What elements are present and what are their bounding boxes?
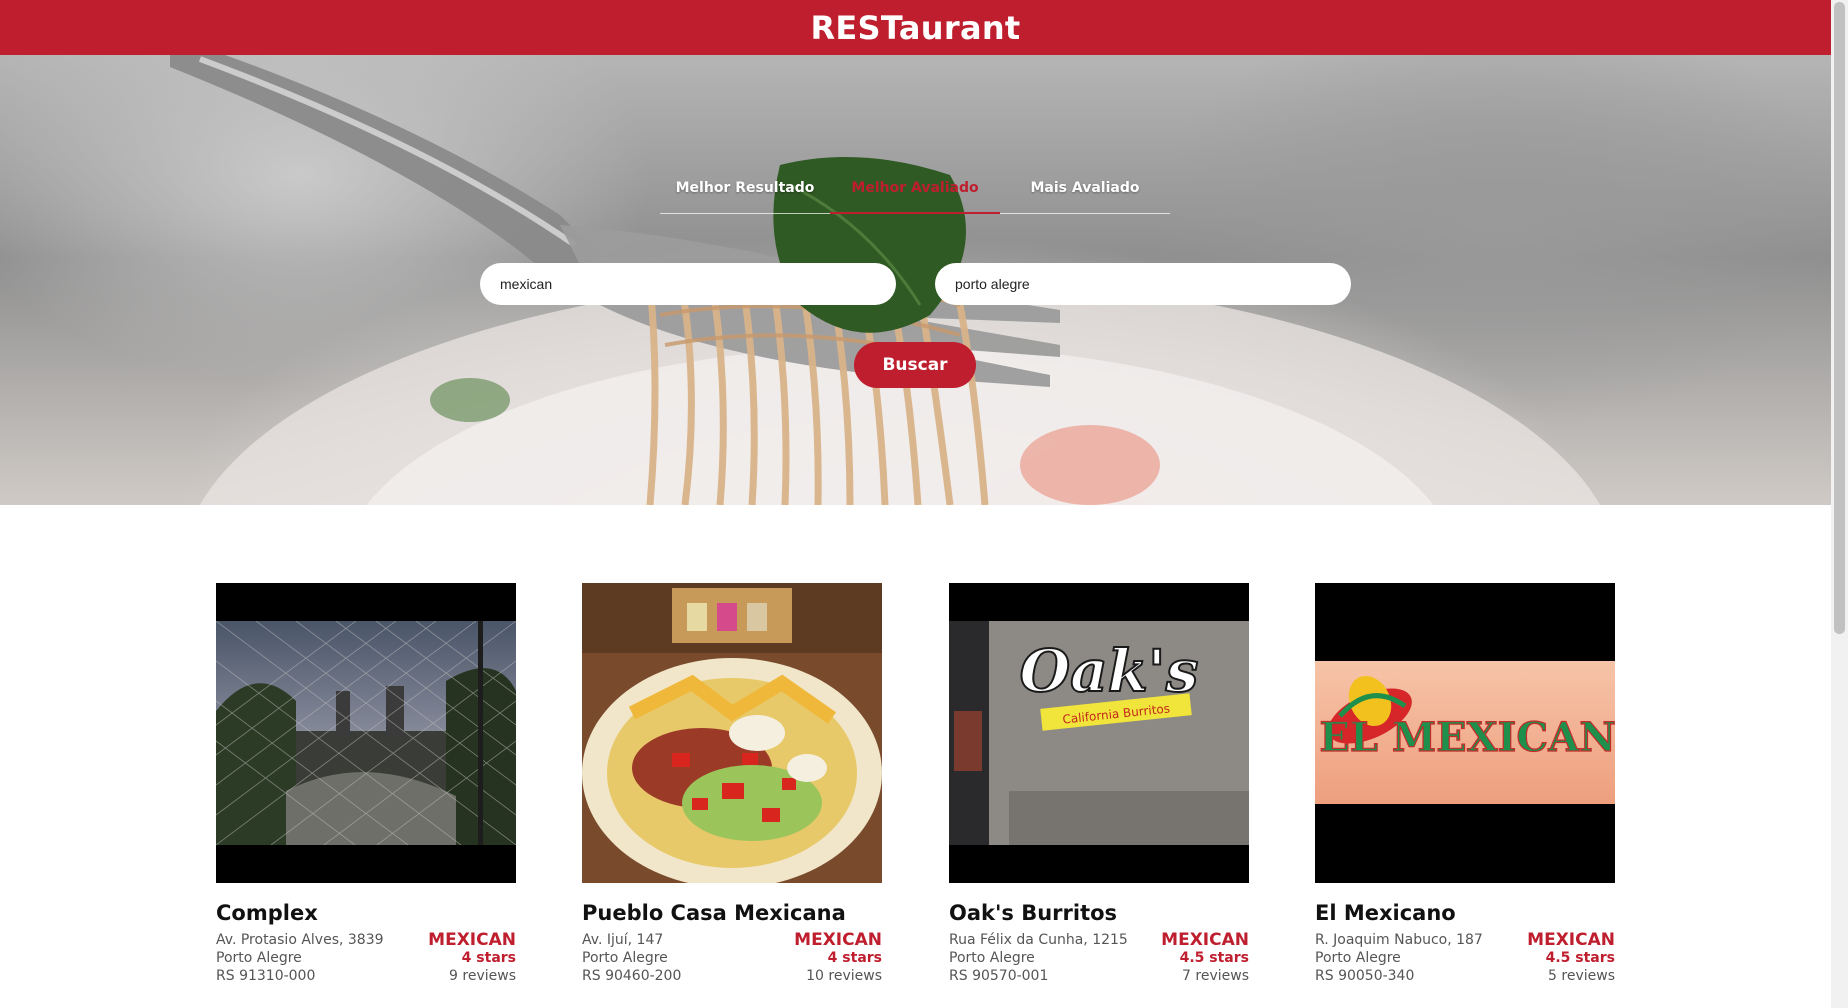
sign-text: Oak's (1020, 637, 1199, 705)
address-state-zip: RS 91310-000 (216, 968, 316, 984)
business-meta: MEXICAN 4 stars 9 reviews (428, 931, 516, 985)
address-line: Av. Ijuí, 147 (582, 932, 664, 948)
address-line: Av. Protasio Alves, 3839 (216, 932, 384, 948)
business-name[interactable]: Pueblo Casa Mexicana (582, 900, 882, 926)
business-card[interactable]: Oak's California Burritos Oak's Burritos… (949, 583, 1249, 985)
business-address: Av. Protasio Alves, 3839 Porto Alegre RS… (216, 931, 384, 985)
scrollbar-thumb[interactable] (1834, 2, 1845, 634)
tab-most-reviewed[interactable]: Mais Avaliado (1000, 180, 1170, 214)
search-term-input[interactable]: mexican (480, 263, 896, 305)
rating-label: 4 stars (461, 950, 516, 966)
business-info: Av. Ijuí, 147 Porto Alegre RS 90460-200 … (582, 931, 882, 985)
business-meta: MEXICAN 4 stars 10 reviews (794, 931, 882, 985)
hero-pasta-photo (170, 55, 1600, 505)
business-name[interactable]: Complex (216, 900, 516, 926)
night-fence-photo (216, 621, 516, 845)
tab-best-match[interactable]: Melhor Resultado (660, 180, 830, 214)
tab-highest-rated[interactable]: Melhor Avaliado (830, 180, 1000, 214)
category-label: MEXICAN (428, 930, 516, 950)
address-state-zip: RS 90050-340 (1315, 968, 1415, 984)
address-city: Porto Alegre (582, 950, 668, 966)
location-input[interactable]: porto alegre (935, 263, 1351, 305)
category-label: MEXICAN (1161, 930, 1249, 950)
brand-logo[interactable]: RESTaurant (810, 9, 1020, 47)
business-info: Av. Protasio Alves, 3839 Porto Alegre RS… (216, 931, 516, 985)
address-city: Porto Alegre (216, 950, 302, 966)
business-address: Rua Félix da Cunha, 1215 Porto Alegre RS… (949, 931, 1128, 985)
logo-text: EL MEXICANO (1319, 714, 1615, 761)
rating-label: 4 stars (827, 950, 882, 966)
business-address: Av. Ijuí, 147 Porto Alegre RS 90460-200 (582, 931, 681, 985)
review-count: 7 reviews (1182, 968, 1249, 984)
address-city: Porto Alegre (949, 950, 1035, 966)
address-city: Porto Alegre (1315, 950, 1401, 966)
hero-banner: Melhor Resultado Melhor Avaliado Mais Av… (0, 55, 1831, 505)
search-button[interactable]: Buscar (854, 342, 976, 388)
address-line: Rua Félix da Cunha, 1215 (949, 932, 1128, 948)
logo-banner-photo: EL MEXICANO (1315, 661, 1615, 804)
business-card[interactable]: Pueblo Casa Mexicana Av. Ijuí, 147 Porto… (582, 583, 882, 985)
category-label: MEXICAN (1527, 930, 1615, 950)
business-image[interactable] (582, 583, 882, 883)
sort-tabs: Melhor Resultado Melhor Avaliado Mais Av… (660, 180, 1172, 214)
business-image[interactable]: EL MEXICANO (1315, 583, 1615, 883)
storefront-sign-photo: Oak's California Burritos (949, 621, 1249, 845)
review-count: 9 reviews (449, 968, 516, 984)
business-info: Rua Félix da Cunha, 1215 Porto Alegre RS… (949, 931, 1249, 985)
business-card[interactable]: EL MEXICANO El Mexicano R. Joaquim Nabuc… (1315, 583, 1615, 985)
business-name[interactable]: Oak's Burritos (949, 900, 1249, 926)
address-line: R. Joaquim Nabuco, 187 (1315, 932, 1483, 948)
top-bar: RESTaurant (0, 0, 1831, 55)
business-image[interactable] (216, 583, 516, 883)
business-image[interactable]: Oak's California Burritos (949, 583, 1249, 883)
business-address: R. Joaquim Nabuco, 187 Porto Alegre RS 9… (1315, 931, 1483, 985)
review-count: 10 reviews (806, 968, 882, 984)
business-meta: MEXICAN 4.5 stars 7 reviews (1161, 931, 1249, 985)
business-info: R. Joaquim Nabuco, 187 Porto Alegre RS 9… (1315, 931, 1615, 985)
business-card[interactable]: Complex Av. Protasio Alves, 3839 Porto A… (216, 583, 516, 985)
business-name[interactable]: El Mexicano (1315, 900, 1615, 926)
review-count: 5 reviews (1548, 968, 1615, 984)
business-meta: MEXICAN 4.5 stars 5 reviews (1527, 931, 1615, 985)
taco-plate-photo (582, 583, 882, 883)
rating-label: 4.5 stars (1545, 950, 1615, 966)
address-state-zip: RS 90460-200 (582, 968, 682, 984)
vertical-scrollbar[interactable] (1831, 0, 1848, 1008)
address-state-zip: RS 90570-001 (949, 968, 1049, 984)
rating-label: 4.5 stars (1179, 950, 1249, 966)
category-label: MEXICAN (794, 930, 882, 950)
